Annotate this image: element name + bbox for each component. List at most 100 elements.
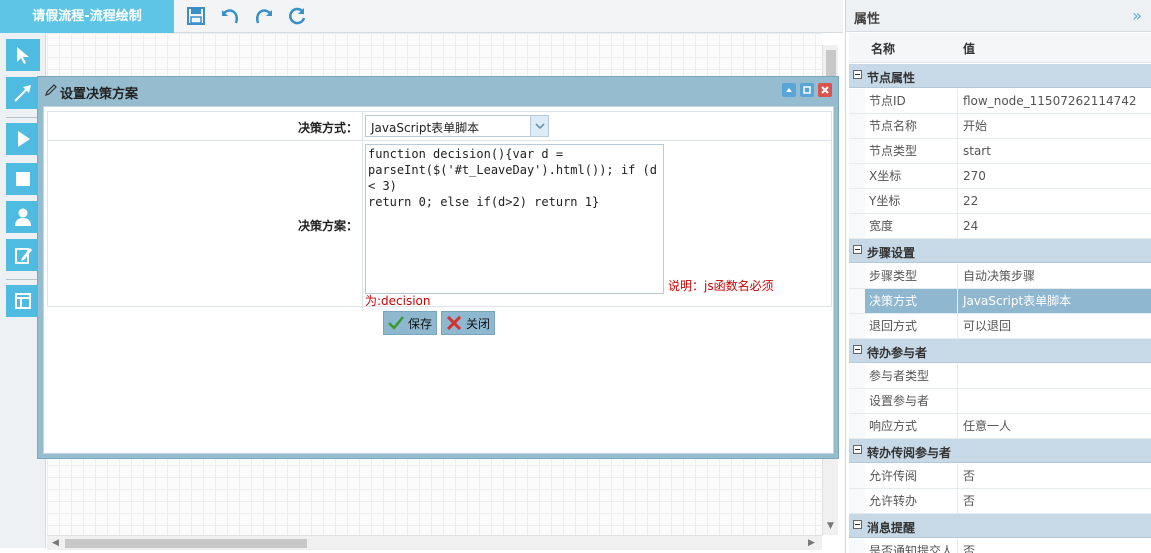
property-row[interactable]: 允许转办否 [849,489,1151,514]
user-task-tool-button[interactable] [6,201,40,233]
row-gutter [849,364,865,388]
horizontal-scroll-thumb[interactable] [65,539,307,548]
property-value[interactable]: 否 [959,464,1151,488]
property-row[interactable]: Y坐标 22 [849,189,1151,214]
canvas-horizontal-scrollbar[interactable]: ◀ ▶ [47,535,822,550]
save-button[interactable]: 保存 [383,311,438,335]
property-value[interactable]: JavaScript表单脚本 [959,289,1151,313]
palette-separator [6,279,40,280]
collapse-panel-icon[interactable]: » [1132,6,1142,25]
end-node-tool-button[interactable] [6,163,40,195]
property-name: 是否通知提交人 [865,539,958,553]
property-value[interactable]: 否 [959,489,1151,513]
property-grid-header: 名称 值 [849,33,1151,63]
collapse-group-icon[interactable] [853,70,862,79]
edit-task-icon [15,248,32,264]
property-row[interactable]: 允许传阅否 [849,464,1151,489]
property-row[interactable]: 响应方式 任意一人 [849,414,1151,439]
refresh-icon [289,7,306,25]
property-name: 节点名称 [865,114,958,138]
line-tool-button[interactable] [6,77,40,109]
select-tool-button[interactable] [6,39,40,71]
collapse-group-icon[interactable] [853,520,862,529]
decision-scheme-dialog: 设置决策方案 决策方式： JavaScript表单脚本 决策方案： functi… [37,76,839,459]
property-name: 允许转办 [865,489,958,513]
maximize-button[interactable] [800,83,814,97]
row-gutter [849,289,865,313]
scroll-down-icon[interactable]: ▼ [827,521,834,531]
property-group[interactable]: 待办参与者 [849,339,1151,363]
chevron-down-icon[interactable] [530,116,548,136]
property-row[interactable]: 节点ID flow_node_11507262114742 [849,89,1151,114]
collapse-group-icon[interactable] [853,445,862,454]
property-row[interactable]: 参与者类型 [849,364,1151,389]
designer-title-tab[interactable]: 请假流程-流程绘制 [0,0,174,33]
user-task-icon [15,208,31,226]
row-gutter [849,139,865,163]
script-textarea[interactable] [365,144,664,294]
property-value[interactable] [959,389,1151,413]
property-group[interactable]: 消息提醒 [849,514,1151,538]
property-name: 允许传阅 [865,464,958,488]
row-gutter [849,264,865,288]
edit-task-tool-button[interactable] [6,239,40,271]
row-gutter [849,164,865,188]
note-text: 说明：js函数名必须 [668,279,774,293]
property-row[interactable]: 决策方式 JavaScript表单脚本 [849,289,1151,314]
scroll-left-icon[interactable]: ◀ [52,538,59,548]
close-dialog-button[interactable] [818,83,832,97]
palette-separator [6,117,40,118]
property-row[interactable]: 节点名称 开始 [849,114,1151,139]
property-row[interactable]: X坐标 270 [849,164,1151,189]
property-group[interactable]: 转办传阅参与者 [849,439,1151,463]
property-group[interactable]: 步骤设置 [849,239,1151,263]
property-group[interactable]: 节点属性 [849,64,1151,88]
collapse-group-icon[interactable] [853,245,862,254]
property-name: 设置参与者 [865,389,958,413]
collapse-group-icon[interactable] [853,345,862,354]
property-group-name: 待办参与者 [867,346,928,360]
property-name: 决策方式 [865,289,958,313]
property-name: X坐标 [865,164,958,188]
property-name: 退回方式 [865,314,958,338]
start-node-tool-button[interactable] [6,123,40,155]
layout-tool-button[interactable] [6,285,40,317]
layout-icon [15,293,31,309]
close-icon [821,86,829,94]
row-gutter [849,489,865,513]
maximize-icon [803,86,811,94]
property-row[interactable]: 步骤类型 自动决策步骤 [849,264,1151,289]
property-value[interactable] [959,364,1151,388]
property-value[interactable]: 可以退回 [959,314,1151,338]
redo-button[interactable] [251,4,277,28]
property-value[interactable]: start [959,139,1151,163]
property-row[interactable]: 是否通知提交人否 [849,539,1151,553]
property-value[interactable]: 270 [959,164,1151,188]
row-gutter [849,189,865,213]
close-button[interactable]: 关闭 [441,311,496,335]
undo-button[interactable] [217,4,243,28]
save-button-label: 保存 [408,316,433,331]
dialog-header[interactable]: 设置决策方案 [38,77,838,105]
property-value[interactable]: 22 [959,189,1151,213]
save-toolbar-button[interactable] [183,4,209,28]
scroll-right-icon[interactable]: ▶ [808,538,815,548]
pencil-icon [45,84,57,96]
property-value[interactable]: 任意一人 [959,414,1151,438]
property-value[interactable]: 24 [959,214,1151,238]
property-group-name: 转办传阅参与者 [867,446,952,460]
property-value[interactable]: 开始 [959,114,1151,138]
property-row[interactable]: 节点类型 start [849,139,1151,164]
minimize-button[interactable] [782,83,796,97]
method-select[interactable]: JavaScript表单脚本 [365,115,549,137]
property-value[interactable]: 自动决策步骤 [959,264,1151,288]
refresh-button[interactable] [284,4,310,28]
row-gutter [849,414,865,438]
property-row[interactable]: 退回方式 可以退回 [849,314,1151,339]
row-gutter [849,114,865,138]
property-panel-header: 属性 » [846,0,1151,32]
property-value[interactable]: 否 [959,539,1151,553]
property-row[interactable]: 设置参与者 [849,389,1151,414]
property-value[interactable]: flow_node_11507262114742 [959,89,1151,113]
property-row[interactable]: 宽度 24 [849,214,1151,239]
